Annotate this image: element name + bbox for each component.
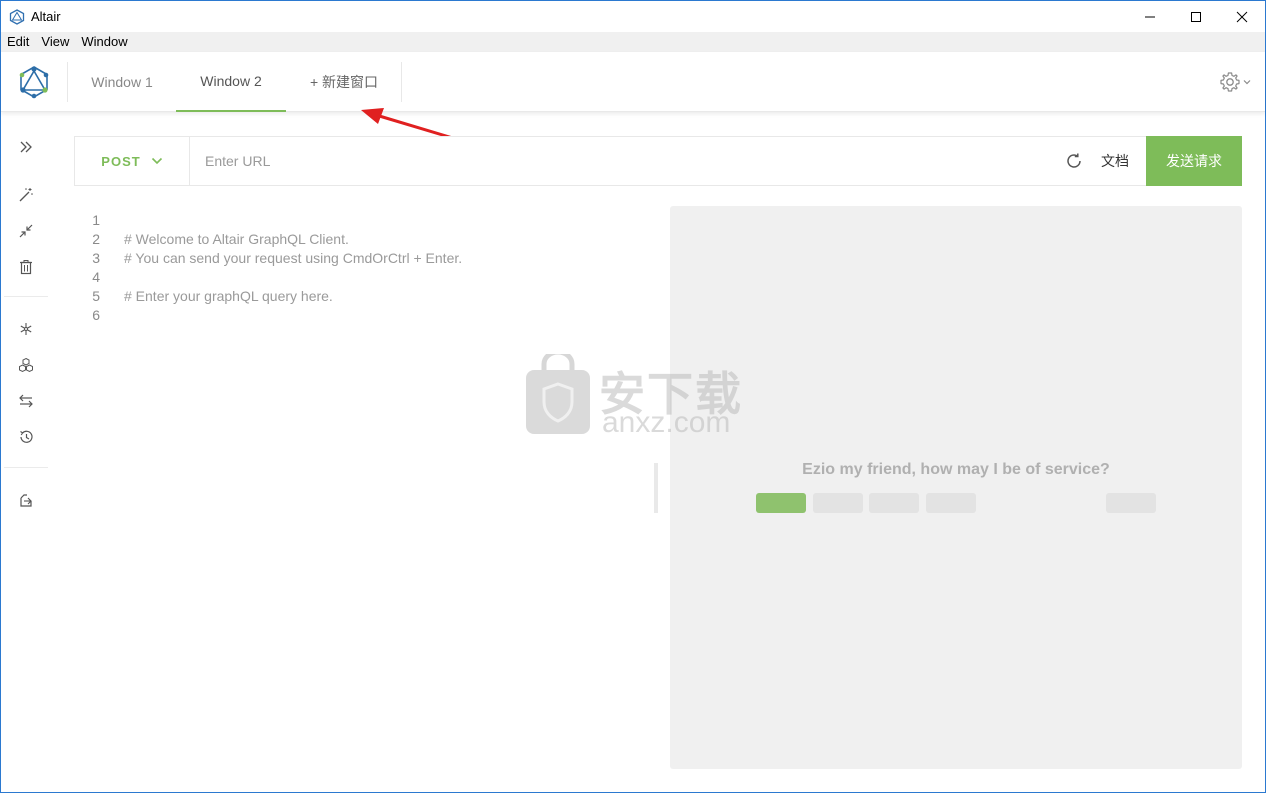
line-number: 3	[92, 250, 100, 266]
snowflake-icon	[20, 323, 32, 335]
swap-arrows-icon	[19, 394, 33, 408]
cubes-icon	[19, 357, 33, 373]
line-text: # Enter your graphQL query here.	[124, 288, 333, 304]
gear-icon	[1220, 72, 1240, 92]
query-editor[interactable]: 1 2 # Welcome to Altair GraphQL Client. 3…	[74, 206, 654, 766]
new-window-tab-button[interactable]: + 新建窗口	[287, 52, 401, 112]
window-title: Altair	[31, 9, 61, 24]
maximize-button[interactable]	[1173, 1, 1219, 32]
sidebar-divider	[4, 296, 48, 297]
switch-direction-button[interactable]	[14, 389, 38, 413]
menu-edit[interactable]: Edit	[1, 32, 35, 52]
altair-logo-icon[interactable]	[17, 65, 51, 99]
refresh-icon	[1067, 153, 1081, 168]
docs-button[interactable]: 文档	[1094, 151, 1136, 171]
line-number: 1	[92, 212, 100, 228]
url-input[interactable]	[190, 137, 1054, 185]
chevron-down-icon	[151, 157, 162, 165]
tab-window-2[interactable]: Window 2	[176, 52, 286, 112]
reload-schema-button[interactable]	[1054, 137, 1094, 185]
line-text: # Welcome to Altair GraphQL Client.	[124, 231, 349, 247]
variables-button[interactable]	[14, 317, 38, 341]
altair-app-icon	[9, 8, 25, 25]
close-icon	[1236, 11, 1248, 22]
minimize-icon	[1145, 16, 1155, 17]
send-request-button[interactable]: 发送请求	[1146, 136, 1242, 186]
header-divider	[67, 62, 68, 102]
placeholder-action[interactable]	[1106, 493, 1156, 513]
http-method-label: POST	[101, 153, 141, 169]
placeholder-action[interactable]	[813, 493, 863, 513]
menu-bar: Edit View Window	[1, 32, 1265, 52]
trash-icon	[20, 260, 32, 275]
maximize-icon	[1191, 11, 1201, 22]
compress-icon	[19, 224, 33, 238]
clear-query-button[interactable]	[14, 255, 38, 279]
settings-button[interactable]	[1219, 71, 1251, 93]
magic-wand-icon	[19, 188, 33, 202]
chevrons-right-icon	[20, 141, 32, 153]
placeholder-action-primary[interactable]	[756, 493, 806, 513]
result-panel: Ezio my friend, how may I be of service?	[670, 206, 1242, 769]
tab-window-1[interactable]: Window 1	[69, 52, 175, 112]
menu-window[interactable]: Window	[75, 32, 133, 52]
placeholder-action[interactable]	[869, 493, 919, 513]
watermark: 安下载 anxz.com	[524, 354, 744, 440]
line-text: # You can send your request using CmdOrC…	[124, 250, 463, 266]
line-number: 2	[92, 231, 100, 247]
tabs-divider	[401, 62, 402, 102]
export-button[interactable]	[14, 488, 38, 512]
environments-button[interactable]	[14, 353, 38, 377]
watermark-shield-icon	[526, 354, 590, 434]
sidebar-divider	[4, 467, 48, 468]
sidebar	[2, 113, 50, 793]
placeholder-action[interactable]	[926, 493, 976, 513]
close-button[interactable]	[1219, 1, 1265, 32]
minimize-button[interactable]	[1127, 1, 1173, 32]
http-method-select[interactable]: POST	[75, 137, 190, 185]
menu-view[interactable]: View	[35, 32, 75, 52]
watermark-text-en: anxz.com	[602, 406, 731, 439]
app-window: Altair Edit View Window Window 1 Window …	[0, 0, 1266, 793]
export-icon	[20, 494, 32, 507]
app-header: Window 1 Window 2 + 新建窗口	[1, 52, 1265, 112]
result-placeholder-message: Ezio my friend, how may I be of service?	[802, 461, 1110, 478]
url-bar: POST 文档 发送请求	[74, 136, 1242, 186]
window-controls	[1127, 1, 1265, 32]
line-number: 4	[92, 269, 100, 285]
compress-query-button[interactable]	[14, 219, 38, 243]
line-number: 5	[92, 288, 100, 304]
history-icon	[20, 430, 33, 443]
pane-resize-handle[interactable]	[654, 463, 658, 513]
expand-sidebar-button[interactable]	[14, 135, 38, 159]
prettify-button[interactable]	[14, 183, 38, 207]
history-button[interactable]	[14, 425, 38, 449]
chevron-down-icon	[1243, 80, 1251, 85]
line-number: 6	[92, 307, 100, 323]
title-bar: Altair	[1, 1, 1265, 32]
